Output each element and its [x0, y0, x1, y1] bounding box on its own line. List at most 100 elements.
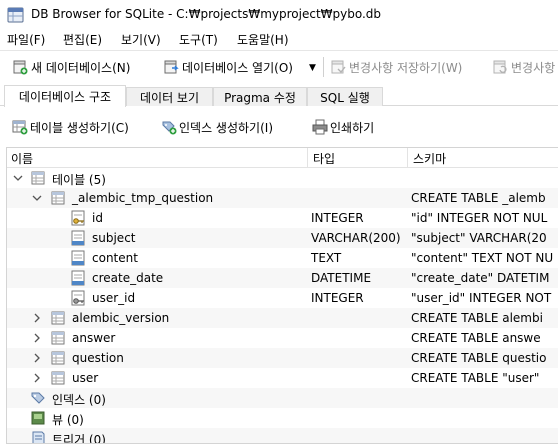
- print-button[interactable]: 인쇄하기: [312, 118, 374, 136]
- new-database-icon: [13, 60, 28, 75]
- tab-database-structure[interactable]: 데이터베이스 구조: [4, 85, 126, 107]
- table-icon: [51, 371, 65, 385]
- create-table-button[interactable]: 테이블 생성하기(C): [12, 118, 129, 136]
- tree-header: 이름 타입 스키마: [7, 148, 558, 168]
- create-table-label: 테이블 생성하기(C): [30, 120, 129, 135]
- tree-row-table[interactable]: question CREATE TABLE questio: [7, 348, 558, 368]
- create-index-icon: [162, 121, 177, 135]
- db-browser-app-icon: [7, 7, 24, 23]
- tree-row-indexes-group[interactable]: 인덱스 (0): [7, 388, 558, 408]
- create-index-label: 인덱스 생성하기(I): [179, 120, 273, 135]
- chevron-right-icon[interactable]: [32, 313, 42, 323]
- revert-changes-label: 변경사항: [511, 60, 556, 75]
- tree-item-label: 트리거 (0): [52, 433, 106, 444]
- table-icon: [51, 351, 65, 365]
- tab-browse-data[interactable]: 데이터 보기: [126, 87, 213, 106]
- create-table-icon: [12, 120, 28, 135]
- tree-row-triggers-group[interactable]: 트리거 (0): [7, 428, 558, 444]
- tab-bar: 데이터베이스 구조 데이터 보기 Pragma 수정 SQL 실행: [0, 85, 558, 107]
- tree-item-label: subject: [92, 231, 136, 245]
- tree-item-type: DATETIME: [311, 271, 372, 285]
- tree-row-table[interactable]: user CREATE TABLE "user": [7, 368, 558, 388]
- tree-item-schema: CREATE TABLE answe: [411, 331, 541, 345]
- title-bar: DB Browser for SQLite - C:₩projects₩mypr…: [0, 0, 558, 30]
- open-database-button[interactable]: 데이터베이스 열기(O): [163, 57, 293, 77]
- tree-item-schema: CREATE TABLE _alemb: [411, 191, 546, 205]
- open-database-icon: [164, 60, 179, 74]
- open-database-dropdown-icon[interactable]: ▼: [309, 63, 316, 73]
- chevron-right-icon[interactable]: [32, 373, 42, 383]
- menu-file[interactable]: 파일(F): [7, 31, 45, 48]
- tree-item-schema: "content" TEXT NOT NU: [411, 251, 554, 265]
- tree-item-label: 테이블 (5): [52, 173, 106, 187]
- field-icon: [71, 230, 85, 246]
- toolbar-separator: [323, 57, 324, 77]
- header-schema[interactable]: 스키마: [413, 150, 446, 167]
- header-divider[interactable]: [307, 148, 308, 168]
- chevron-right-icon[interactable]: [32, 353, 42, 363]
- tree-item-schema: CREATE TABLE alembi: [411, 311, 543, 325]
- tree-row-tables-group[interactable]: 테이블 (5): [7, 168, 558, 188]
- menu-view[interactable]: 보기(V): [121, 31, 161, 48]
- tree-item-schema: CREATE TABLE "user": [411, 371, 540, 385]
- tree-item-label: alembic_version: [72, 311, 170, 325]
- table-icon: [51, 191, 65, 205]
- header-name[interactable]: 이름: [11, 150, 33, 167]
- tree-row-field[interactable]: content TEXT "content" TEXT NOT NU: [7, 248, 558, 268]
- field-icon: [71, 250, 85, 266]
- tree-item-label: create_date: [92, 271, 164, 285]
- tree-item-label: answer: [72, 331, 116, 345]
- save-changes-icon: [331, 60, 346, 74]
- tree-item-label: content: [92, 251, 138, 265]
- field-icon: [71, 270, 85, 286]
- revert-changes-button[interactable]: 변경사항: [492, 57, 555, 77]
- new-database-label: 새 데이터베이스(N): [31, 60, 131, 75]
- chevron-down-icon[interactable]: [13, 173, 23, 183]
- main-toolbar: 새 데이터베이스(N) 데이터베이스 열기(O) ▼ 변경사항 저장하기(W) …: [0, 50, 558, 83]
- header-divider[interactable]: [407, 148, 408, 168]
- tab-edit-pragmas[interactable]: Pragma 수정: [213, 87, 307, 106]
- create-index-button[interactable]: 인덱스 생성하기(I): [161, 118, 273, 136]
- revert-changes-icon: [493, 60, 507, 74]
- foreign-key-field-icon: [71, 290, 85, 306]
- index-icon: [31, 392, 45, 404]
- chevron-down-icon[interactable]: [32, 193, 42, 203]
- tree-item-type: VARCHAR(200): [311, 231, 401, 245]
- tree-item-schema: "create_date" DATETIM: [411, 271, 550, 285]
- primary-key-field-icon: [71, 210, 85, 226]
- tree-row-table[interactable]: _alembic_tmp_question CREATE TABLE _alem…: [7, 188, 558, 208]
- save-changes-button[interactable]: 변경사항 저장하기(W): [330, 57, 462, 77]
- new-database-button[interactable]: 새 데이터베이스(N): [12, 57, 130, 77]
- tree-item-label: 인덱스 (0): [52, 393, 106, 407]
- tree-row-table[interactable]: alembic_version CREATE TABLE alembi: [7, 308, 558, 328]
- tree-item-schema: CREATE TABLE questio: [411, 351, 547, 365]
- tree-item-label: 뷰 (0): [52, 413, 84, 427]
- tree-item-label: _alembic_tmp_question: [72, 191, 214, 205]
- schema-tree-view[interactable]: 이름 타입 스키마 테이블 (5) _alembic_tmp_question …: [6, 147, 558, 444]
- table-group-icon: [31, 171, 45, 185]
- tree-row-field[interactable]: user_id INTEGER "user_id" INTEGER NOT: [7, 288, 558, 308]
- trigger-icon: [32, 431, 45, 443]
- tree-item-schema: "id" INTEGER NOT NUL: [411, 211, 548, 225]
- print-label: 인쇄하기: [330, 120, 375, 135]
- window-title: DB Browser for SQLite - C:₩projects₩mypr…: [31, 7, 382, 21]
- tree-row-field[interactable]: create_date DATETIME "create_date" DATET…: [7, 268, 558, 288]
- tree-item-label: question: [72, 351, 124, 365]
- menu-edit[interactable]: 편집(E): [63, 31, 102, 48]
- tab-execute-sql[interactable]: SQL 실행: [307, 87, 383, 106]
- menu-help[interactable]: 도움말(H): [237, 31, 289, 48]
- chevron-right-icon[interactable]: [32, 333, 42, 343]
- menu-tools[interactable]: 도구(T): [179, 31, 218, 48]
- header-type[interactable]: 타입: [313, 150, 335, 167]
- tree-item-label: user: [72, 371, 99, 385]
- tree-row-table[interactable]: answer CREATE TABLE answe: [7, 328, 558, 348]
- tree-row-field[interactable]: subject VARCHAR(200) "subject" VARCHAR(2…: [7, 228, 558, 248]
- save-changes-label: 변경사항 저장하기(W): [349, 60, 463, 75]
- tree-item-type: INTEGER: [311, 211, 364, 225]
- tree-item-type: INTEGER: [311, 291, 364, 305]
- view-icon: [31, 411, 45, 425]
- tree-row-field[interactable]: id INTEGER "id" INTEGER NOT NUL: [7, 208, 558, 228]
- tree-item-label: user_id: [92, 291, 136, 305]
- open-database-label: 데이터베이스 열기(O): [182, 60, 293, 75]
- tree-row-views-group[interactable]: 뷰 (0): [7, 408, 558, 428]
